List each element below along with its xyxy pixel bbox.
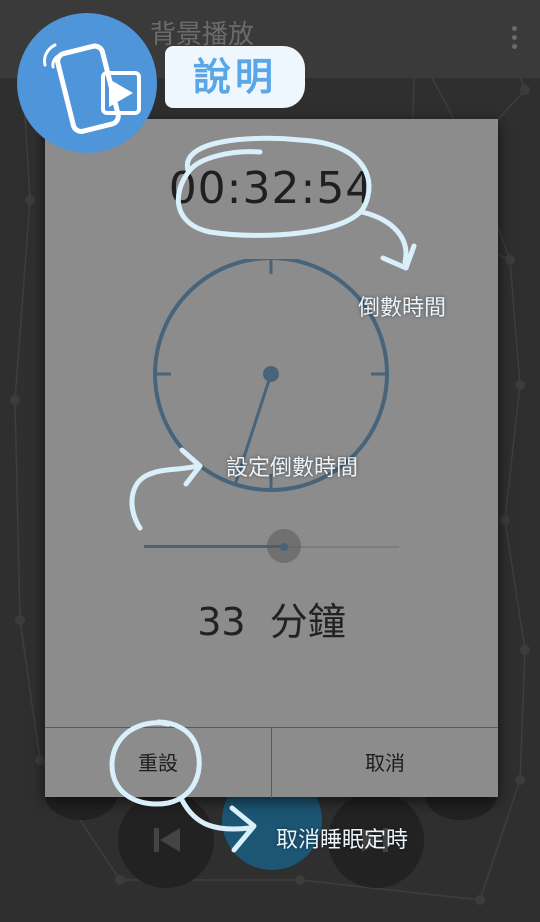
set-time-note: 設定倒數時間 xyxy=(226,456,359,481)
cancel-timer-note: 取消睡眠定時 xyxy=(276,828,409,853)
set-time-arrow-line xyxy=(129,463,200,531)
countdown-arrow-head xyxy=(380,243,417,271)
app-badge xyxy=(17,13,157,153)
reset-circle-mark xyxy=(109,719,202,807)
badge-title: 說明 xyxy=(165,46,305,108)
countdown-arrow-line xyxy=(359,209,409,265)
countdown-circle-mark xyxy=(175,135,372,238)
countdown-note: 倒數時間 xyxy=(358,296,447,321)
phone-video-icon xyxy=(43,43,141,134)
